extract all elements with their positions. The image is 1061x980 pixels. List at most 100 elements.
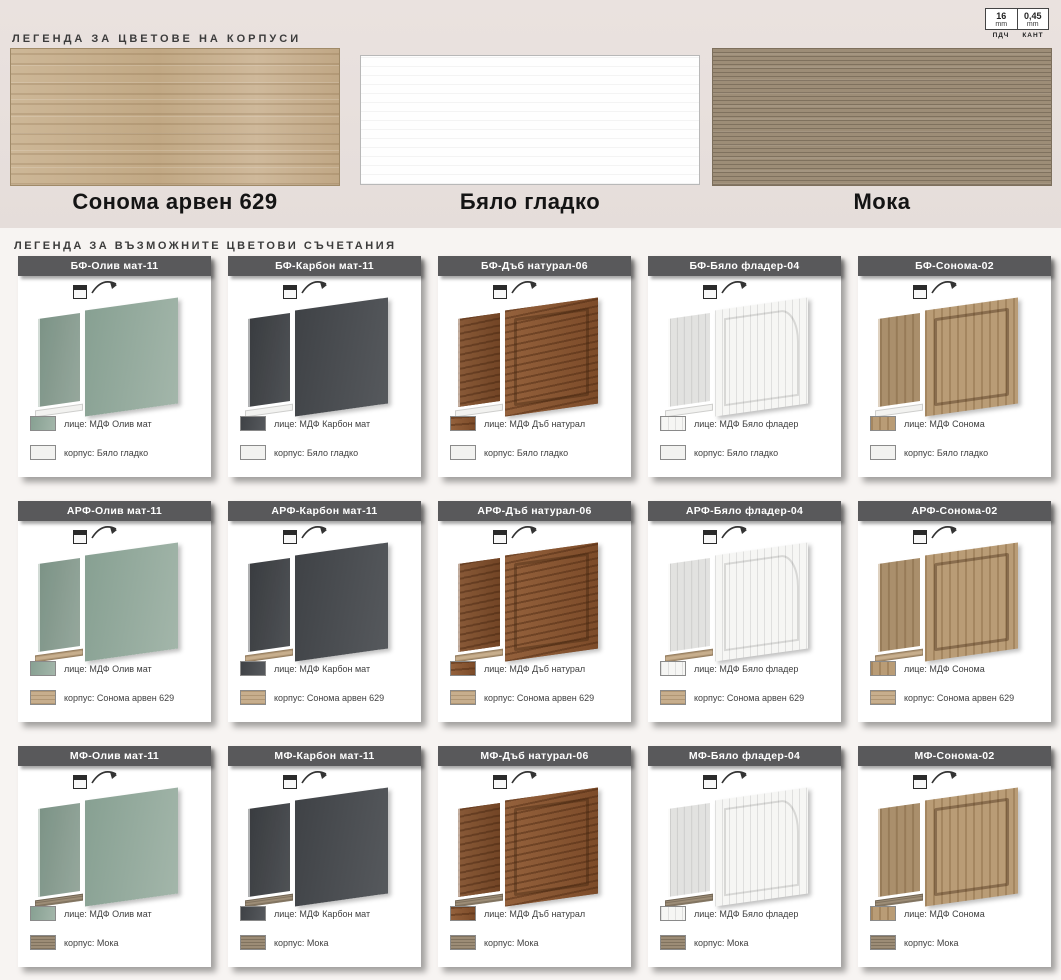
body-legend-row: корпус: Бяло гладко: [30, 445, 205, 460]
combination-card-body: лице: МДФ Карбон мат корпус: Бяло гладко: [228, 276, 421, 477]
face-color-swatch: [870, 661, 896, 676]
body-legend-row: корпус: Сонома арвен 629: [30, 690, 205, 705]
face-color-label: лице: МДФ Сонома: [904, 909, 985, 919]
hinge-icon: [283, 530, 297, 544]
rotate-arrow-icon: [718, 276, 752, 298]
rotate-arrow-icon: [508, 766, 542, 788]
corpus-colors-title: ЛЕГЕНДА ЗА ЦВЕТОВЕ НА КОРПУСИ: [12, 33, 301, 45]
rotate-arrow-icon: [88, 276, 122, 298]
body-legend-row: корпус: Сонома арвен 629: [660, 690, 835, 705]
face-color-swatch: [660, 416, 686, 431]
combination-card: МФ-Олив мат-11 лице: МДФ Олив мат: [18, 746, 211, 967]
door-panel-frame: [934, 553, 1009, 652]
hinge-icon: [73, 530, 87, 544]
swatch-moka: [712, 48, 1052, 186]
swatch-label-byalo-gladko: Бяло гладко: [360, 189, 700, 215]
body-legend-row: корпус: Бяло гладко: [870, 445, 1045, 460]
body-color-swatch: [870, 445, 896, 460]
door-panel-illustration: [648, 521, 841, 656]
door-panel-illustration: [438, 766, 631, 901]
door-panel-front: [715, 787, 808, 906]
body-color-swatch: [240, 445, 266, 460]
face-color-swatch: [240, 661, 266, 676]
door-panel-illustration: [858, 521, 1051, 656]
body-legend-row: корпус: Бяло гладко: [660, 445, 835, 460]
material-thickness-widget: 16 mm 0,45 mm ПДЧ КАНТ: [985, 8, 1049, 39]
combination-card: БФ-Бяло фладер-04 лице: МДФ Бяло фладер: [648, 256, 841, 477]
door-panel-side: [668, 803, 710, 897]
combination-card-title: БФ-Бяло фладер-04: [648, 256, 841, 276]
body-legend-row: корпус: Сонома арвен 629: [870, 690, 1045, 705]
body-color-label: корпус: Бяло гладко: [484, 448, 568, 458]
body-color-swatch: [30, 445, 56, 460]
hinge-icon: [283, 775, 297, 789]
face-legend-row: лице: МДФ Бяло фладер: [660, 661, 835, 676]
door-panel-side: [248, 558, 290, 652]
door-panel-side: [878, 558, 920, 652]
body-color-label: корпус: Бяло гладко: [694, 448, 778, 458]
combination-card-body: лице: МДФ Карбон мат корпус: Мока: [228, 766, 421, 967]
door-panel-side: [248, 803, 290, 897]
rotate-arrow-icon: [928, 276, 962, 298]
hinge-icon: [913, 285, 927, 299]
body-legend-row: корпус: Мока: [240, 935, 415, 950]
face-color-label: лице: МДФ Дъб натурал: [484, 664, 585, 674]
combination-card: АРФ-Бяло фладер-04 лице: МДФ Бяло фладер: [648, 501, 841, 722]
combination-card: АРФ-Дъб натурал-06 лице: МДФ Дъб натурал: [438, 501, 631, 722]
hinge-icon: [73, 775, 87, 789]
face-color-swatch: [240, 906, 266, 921]
combination-card-body: лице: МДФ Олив мат корпус: Сонома арвен …: [18, 521, 211, 722]
combinations-grid: БФ-Олив мат-11 лице: МДФ Олив мат: [18, 256, 1048, 967]
door-panel-side: [248, 313, 290, 407]
swatch-byalo-gladko: [360, 55, 700, 185]
door-panel-front: [85, 787, 178, 906]
door-panel-side: [668, 313, 710, 407]
combination-card-title: БФ-Карбон мат-11: [228, 256, 421, 276]
card-legend: лице: МДФ Дъб натурал корпус: Бяло гладк…: [450, 416, 625, 474]
hinge-icon: [73, 285, 87, 299]
door-panel-front: [505, 542, 598, 661]
body-color-swatch: [30, 690, 56, 705]
combination-card: МФ-Бяло фладер-04 лице: МДФ Бяло фладер: [648, 746, 841, 967]
combination-card: АРФ-Олив мат-11 лице: МДФ Олив мат: [18, 501, 211, 722]
body-color-label: корпус: Сонома арвен 629: [484, 693, 594, 703]
door-panel-front: [85, 542, 178, 661]
face-color-label: лице: МДФ Дъб натурал: [484, 419, 585, 429]
combination-card-title: АРФ-Олив мат-11: [18, 501, 211, 521]
combination-card-body: лице: МДФ Дъб натурал корпус: Бяло гладк…: [438, 276, 631, 477]
door-panel-front: [925, 542, 1018, 661]
combination-card: АРФ-Сонома-02 лице: МДФ Сонома: [858, 501, 1051, 722]
face-color-swatch: [450, 416, 476, 431]
card-legend: лице: МДФ Карбон мат корпус: Сонома арве…: [240, 661, 415, 719]
body-legend-row: корпус: Мока: [660, 935, 835, 950]
rotate-arrow-icon: [508, 276, 542, 298]
body-color-swatch: [870, 935, 896, 950]
combination-card-title: АРФ-Дъб натурал-06: [438, 501, 631, 521]
combination-card-body: лице: МДФ Карбон мат корпус: Сонома арве…: [228, 521, 421, 722]
door-panel-frame: [724, 308, 799, 407]
door-panel-illustration: [228, 766, 421, 901]
face-legend-row: лице: МДФ Олив мат: [30, 416, 205, 431]
swatch-sonoma-arven: [10, 48, 340, 186]
swatch-label-moka: Мока: [712, 189, 1052, 215]
hinge-icon: [283, 285, 297, 299]
body-color-label: корпус: Мока: [484, 938, 539, 948]
door-panel-illustration: [648, 766, 841, 901]
hinge-icon: [493, 775, 507, 789]
hinge-icon: [913, 775, 927, 789]
body-legend-row: корпус: Мока: [870, 935, 1045, 950]
combination-card: МФ-Дъб натурал-06 лице: МДФ Дъб натурал: [438, 746, 631, 967]
rotate-arrow-icon: [508, 521, 542, 543]
combination-card-body: лице: МДФ Олив мат корпус: Мока: [18, 766, 211, 967]
door-panel-side: [458, 803, 500, 897]
face-color-label: лице: МДФ Сонома: [904, 419, 985, 429]
body-legend-row: корпус: Мока: [450, 935, 625, 950]
face-color-swatch: [450, 906, 476, 921]
door-panel-front: [925, 787, 1018, 906]
thickness-labels: ПДЧ КАНТ: [985, 32, 1049, 39]
combination-card-body: лице: МДФ Олив мат корпус: Бяло гладко: [18, 276, 211, 477]
rotate-arrow-icon: [88, 766, 122, 788]
door-panel-side: [38, 558, 80, 652]
body-color-swatch: [450, 935, 476, 950]
body-color-swatch: [660, 445, 686, 460]
